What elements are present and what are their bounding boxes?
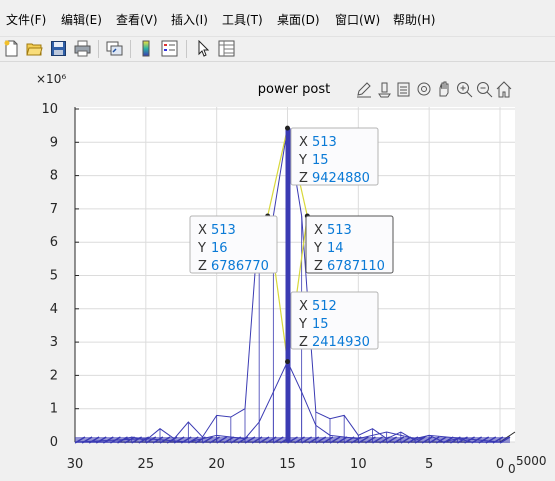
colorbar-icon[interactable] [138, 40, 155, 57]
data-tip-value: 513 [327, 223, 352, 238]
data-tip-value: 14 [327, 241, 344, 256]
data-tip-value: 6787110 [327, 259, 385, 274]
x-tick-label: 15 [279, 457, 296, 472]
data-tip-value: 2414930 [312, 335, 370, 350]
open-file-icon[interactable] [26, 40, 43, 57]
data-tip-label: Y [298, 317, 307, 332]
data-tip-label: Z [314, 259, 323, 274]
data-tip-label: Z [198, 259, 207, 274]
print-icon[interactable] [74, 40, 91, 57]
data-tip[interactable]: X 513 Y 14 Z 6787110 [304, 213, 394, 274]
z-ticks: 0 1 2 3 4 5 6 7 8 9 10 [41, 102, 79, 450]
data-tip-value: 9424880 [312, 171, 370, 186]
data-tip-label: Y [298, 153, 307, 168]
save-icon[interactable] [50, 40, 67, 57]
data-tip[interactable]: X 513 Y 16 Z 6786770 [189, 213, 278, 274]
toolbar-separator [98, 40, 99, 58]
figure-canvas: 0 1 2 3 4 5 6 7 8 9 10 30 25 20 15 10 5 0 ×10⁶ 0 5000 po… [0, 62, 555, 477]
z-tick-label: 5 [50, 269, 58, 284]
rotate-icon[interactable] [417, 82, 431, 96]
export-icon[interactable] [397, 82, 410, 97]
property-inspector-icon[interactable] [218, 40, 235, 57]
data-tips-icon[interactable] [378, 82, 391, 98]
x-tick-label: 5 [425, 457, 433, 472]
z-tick-label: 3 [50, 335, 58, 350]
data-tip-value: 512 [312, 299, 337, 314]
menu-window[interactable]: 窗口(W) [335, 11, 380, 28]
data-tip-value: 15 [312, 317, 329, 332]
pointer-icon[interactable] [195, 40, 212, 57]
mesh-plot[interactable]: 0 1 2 3 4 5 6 7 8 9 10 30 25 20 15 10 5 0 ×10⁶ 0 5000 po… [0, 62, 555, 477]
home-icon[interactable] [496, 81, 512, 98]
depth-tick-zero: 0 [508, 462, 516, 476]
zoom-out-icon[interactable] [477, 82, 493, 98]
pan-icon[interactable] [439, 81, 449, 97]
brush-icon[interactable] [357, 82, 371, 98]
x-tick-label: 0 [496, 457, 504, 472]
x-tick-label: 30 [67, 457, 84, 472]
x-tick-label: 10 [350, 457, 367, 472]
toolbar [0, 37, 555, 62]
data-tip-value: 513 [211, 223, 236, 238]
data-tip-label: X [314, 223, 323, 238]
data-tip-value: 15 [312, 153, 329, 168]
chart-title: power post [258, 82, 330, 97]
x-tick-label: 25 [138, 457, 155, 472]
menu-bar: 文件(F) 编辑(E) 查看(V) 插入(I) 工具(T) 桌面(D) 窗口(W… [0, 0, 555, 37]
data-tip-label: X [198, 223, 207, 238]
data-tip-label: Z [299, 335, 308, 350]
z-tick-label: 7 [50, 202, 58, 217]
toolbar-separator [186, 40, 187, 58]
menu-desktop[interactable]: 桌面(D) [277, 11, 320, 28]
menu-tools[interactable]: 工具(T) [222, 11, 263, 28]
data-tip-label: Y [197, 241, 206, 256]
new-figure-icon[interactable] [3, 40, 20, 57]
axes-toolbar [357, 81, 512, 98]
menu-edit[interactable]: 编辑(E) [61, 11, 102, 28]
data-tip-value: 16 [211, 241, 228, 256]
z-tick-label: 4 [50, 302, 58, 317]
data-tip-marker [285, 125, 290, 131]
menu-insert[interactable]: 插入(I) [171, 11, 208, 28]
z-tick-label: 2 [50, 368, 58, 383]
data-tip-marker [285, 359, 290, 365]
z-tick-label: 6 [50, 235, 58, 250]
data-tip-value: 513 [312, 135, 337, 150]
data-tip-label: Z [299, 171, 308, 186]
link-plot-icon[interactable] [106, 40, 123, 57]
zoom-in-icon[interactable] [457, 82, 473, 98]
peak-spike [285, 128, 291, 442]
data-tip-label: Y [313, 241, 322, 256]
legend-icon[interactable] [161, 40, 178, 57]
data-tip-label: X [299, 299, 308, 314]
z-tick-label: 1 [50, 402, 58, 417]
menu-help[interactable]: 帮助(H) [393, 11, 435, 28]
depth-tick-max: 5000 [516, 454, 547, 468]
z-tick-label: 10 [41, 102, 58, 117]
z-tick-label: 0 [50, 435, 58, 450]
z-tick-label: 9 [50, 135, 58, 150]
data-tip-label: X [299, 135, 308, 150]
z-tick-label: 8 [50, 169, 58, 184]
data-tip-value: 6786770 [211, 259, 269, 274]
x-tick-label: 20 [208, 457, 225, 472]
menu-view[interactable]: 查看(V) [116, 11, 158, 28]
menu-file[interactable]: 文件(F) [6, 11, 46, 28]
z-exponent-label: ×10⁶ [36, 72, 66, 86]
toolbar-separator [130, 40, 131, 58]
data-tip[interactable]: X 513 Y 15 Z 9424880 [285, 125, 379, 186]
